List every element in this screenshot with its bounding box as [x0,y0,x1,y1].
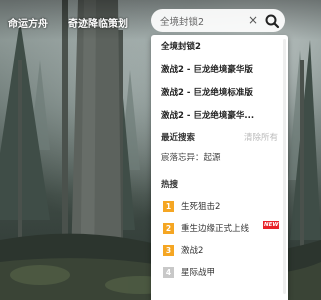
suggestion-item[interactable]: 激战2 - 巨龙绝境豪华版 [161,62,281,79]
rank-badge: 3 [163,245,174,256]
hot-search-text: 重生边缘正式上线 [181,224,250,234]
clear-search-icon[interactable]: × [247,13,259,27]
search-input[interactable] [160,13,252,28]
hot-search-label: 热搜 [161,180,179,190]
hot-search-item[interactable]: 1 生死狙击2 [161,200,283,214]
rank-badge: 1 [163,201,174,212]
suggestion-item[interactable]: 激战2 - 巨龙绝境豪华... [161,108,281,125]
rank-badge: 2 [163,223,174,234]
recent-search-label: 最近搜索 [161,133,196,143]
search-icon [265,14,280,29]
hot-search-item[interactable]: 2 重生边缘正式上线 NEW [161,221,283,236]
nav-link-miracle[interactable]: 奇迹降临策划 [68,15,128,30]
suggestion-item[interactable]: 全境封锁2 [161,39,281,56]
hot-search-text: 生死狙击2 [181,202,221,212]
new-badge: NEW [263,221,280,229]
hot-search-item[interactable]: 3 激战2 [161,244,283,258]
recent-search-item[interactable]: 宸落忘异：起源 [161,151,221,166]
clear-all-button[interactable]: 清除所有 [244,131,278,146]
hot-search-text: 激战2 [181,246,204,256]
hot-search-item[interactable]: 4 星际战甲 [161,266,283,280]
hot-search-text: 星际战甲 [181,268,216,278]
rank-badge: 4 [163,267,174,278]
dropdown-scrollbar[interactable] [283,39,286,294]
nav-link-lost-ark[interactable]: 命运方舟 [8,15,48,30]
suggestion-item[interactable]: 激战2 - 巨龙绝境标准版 [161,85,281,102]
search-button[interactable] [262,11,282,31]
search-suggestions-dropdown: 全境封锁2 激战2 - 巨龙绝境豪华版 激战2 - 巨龙绝境标准版 激战2 - … [151,35,288,300]
